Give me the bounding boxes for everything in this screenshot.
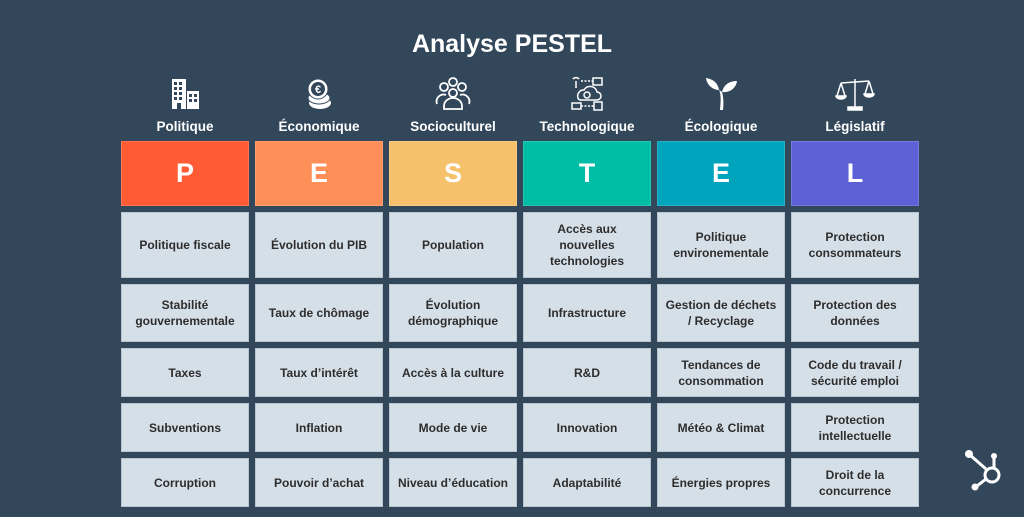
factor-cell: Protection intellectuelle xyxy=(791,403,919,452)
svg-text:€: € xyxy=(315,84,321,96)
category-label: Politique xyxy=(156,119,214,134)
factor-cell: Protection consommateurs xyxy=(791,212,919,278)
technology-network-icon xyxy=(523,75,651,113)
letter-block: P xyxy=(121,141,249,206)
category-label: Écologique xyxy=(684,119,758,134)
factor-cell: Adaptabilité xyxy=(523,458,651,507)
factor-cell: Gestion de déchets / Recyclage xyxy=(657,284,785,342)
factor-cell: Évolution démographique xyxy=(389,284,517,342)
letter-block: S xyxy=(389,141,517,206)
factor-cell: Protection des données xyxy=(791,284,919,342)
factor-cell: Accès aux nouvelles technologies xyxy=(523,212,651,278)
factor-cell: Taux d’intérêt xyxy=(255,348,383,397)
factor-cell: Infrastructure xyxy=(523,284,651,342)
factor-cell: Tendances de consommation xyxy=(657,348,785,397)
factor-cell: R&D xyxy=(523,348,651,397)
page-title: Analyse PESTEL xyxy=(411,30,613,58)
factor-cell: Météo & Climat xyxy=(657,403,785,452)
scales-of-justice-icon xyxy=(791,75,919,113)
plant-sprout-icon xyxy=(657,75,785,113)
factor-cell: Pouvoir d’achat xyxy=(255,458,383,507)
factor-cell: Politique environementale xyxy=(657,212,785,278)
category-label: Technologique xyxy=(539,119,635,134)
letter-block: T xyxy=(523,141,651,206)
factor-cell: Énergies propres xyxy=(657,458,785,507)
euro-coins-icon: € xyxy=(255,75,383,113)
letter-block: E xyxy=(657,141,785,206)
buildings-icon xyxy=(121,75,249,113)
factor-cell: Population xyxy=(389,212,517,278)
hubspot-sprocket-icon xyxy=(962,448,1006,492)
category-label: Législatif xyxy=(825,119,885,134)
factor-cell: Mode de vie xyxy=(389,403,517,452)
factor-cell: Niveau d’éducation xyxy=(389,458,517,507)
category-label: Économique xyxy=(278,119,360,134)
factor-cell: Droit de la concurrence xyxy=(791,458,919,507)
letter-block: E xyxy=(255,141,383,206)
category-label: Socioculturel xyxy=(410,119,496,134)
people-group-icon xyxy=(389,75,517,113)
factor-cell: Corruption xyxy=(121,458,249,507)
factor-cell: Subventions xyxy=(121,403,249,452)
factor-cell: Politique fiscale xyxy=(121,212,249,278)
factor-cell: Stabilité gouvernementale xyxy=(121,284,249,342)
factor-cell: Inflation xyxy=(255,403,383,452)
factor-cell: Taxes xyxy=(121,348,249,397)
factor-cell: Accès à la culture xyxy=(389,348,517,397)
factor-cell: Innovation xyxy=(523,403,651,452)
factor-cell: Évolution du PIB xyxy=(255,212,383,278)
letter-block: L xyxy=(791,141,919,206)
factor-cell: Code du travail / sécurité emploi xyxy=(791,348,919,397)
factor-cell: Taux de chômage xyxy=(255,284,383,342)
